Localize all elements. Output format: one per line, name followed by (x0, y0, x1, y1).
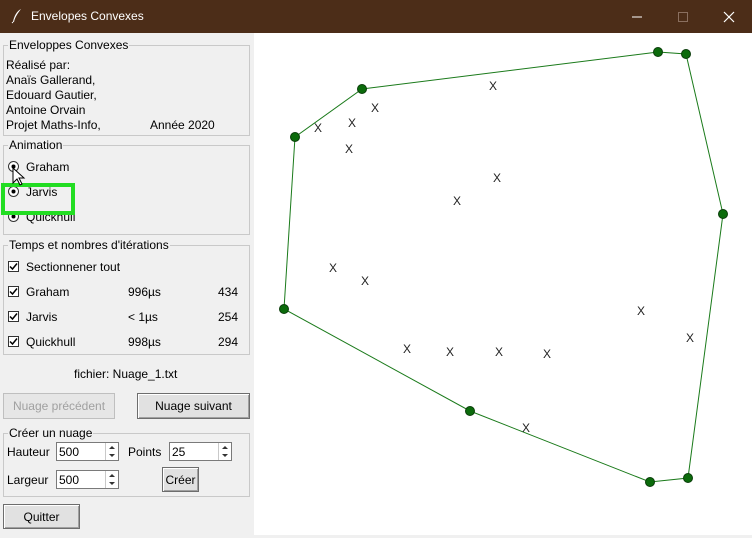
select-all-label[interactable]: Sectionnener tout (26, 260, 120, 274)
interior-point-mark: X (361, 274, 369, 288)
hull-point (653, 47, 663, 57)
next-cloud-button[interactable]: Nuage suivant (137, 393, 250, 419)
animation-legend: Animation (9, 138, 63, 152)
interior-point-mark: X (348, 116, 356, 130)
mouse-cursor-icon (12, 167, 26, 186)
hull-point (718, 209, 728, 219)
interior-point-mark: X (345, 142, 353, 156)
height-input[interactable] (58, 444, 99, 459)
width-spinbox[interactable] (56, 470, 119, 489)
create-button[interactable]: Créer (162, 467, 199, 492)
width-label: Largeur (7, 473, 49, 487)
hull-point (681, 49, 691, 59)
hull-point (357, 84, 367, 94)
interior-point-mark: X (446, 345, 454, 359)
maximize-button[interactable] (660, 0, 706, 33)
hull-point (683, 473, 693, 483)
hull-point (645, 477, 655, 487)
file-label: fichier: Nuage_1.txt (74, 367, 178, 381)
points-spin-arrows-icon[interactable] (218, 443, 231, 460)
control-panel: Enveloppes Convexes Réalisé par: Anaïs G… (0, 33, 254, 535)
jarvis-iterations: 254 (218, 310, 239, 324)
previous-cloud-button[interactable]: Nuage précédent (3, 393, 115, 419)
project-label: Projet Maths-Info, (6, 118, 101, 132)
close-icon (723, 11, 735, 22)
points-label: Points (128, 445, 162, 459)
interior-point-mark: X (495, 345, 503, 359)
points-spinbox[interactable] (169, 442, 232, 461)
create-legend: Créer un nuage (9, 426, 93, 440)
select-all-checkbox[interactable] (8, 261, 19, 272)
graham-highlight-box (1, 183, 75, 215)
jarvis-timing-label[interactable]: Jarvis (26, 310, 57, 324)
jarvis-checkbox[interactable] (8, 311, 19, 322)
info-legend: Enveloppes Convexes (9, 38, 129, 52)
interior-point-mark: X (371, 101, 379, 115)
minimize-icon (632, 16, 642, 17)
height-spinbox[interactable] (56, 442, 119, 461)
feather-icon (11, 9, 21, 24)
height-spin-arrows-icon[interactable] (105, 443, 118, 460)
quickhull-iterations: 294 (218, 335, 239, 349)
author-3: Antoine Orvain (6, 103, 86, 117)
author-1: Anaïs Gallerand, (6, 73, 96, 87)
graham-time: 996µs (128, 285, 161, 299)
quickhull-checkbox[interactable] (8, 336, 19, 347)
made-by-label: Réalisé par: (6, 58, 71, 72)
quit-button[interactable]: Quitter (3, 504, 80, 529)
quickhull-timing-label[interactable]: Quickhull (26, 335, 75, 349)
jarvis-time: < 1µs (128, 310, 158, 324)
maximize-icon (678, 11, 688, 22)
title-bar: Envelopes Convexes (0, 0, 752, 33)
interior-point-mark: X (489, 79, 497, 93)
timing-legend: Temps et nombres d'itérations (9, 238, 169, 252)
height-label: Hauteur (7, 445, 50, 459)
graham-checkbox[interactable] (8, 286, 19, 297)
graham-iterations: 434 (218, 285, 239, 299)
close-button[interactable] (706, 0, 752, 33)
interior-point-mark: X (543, 347, 551, 361)
drawing-canvas[interactable]: XXXXXXXXXXXXXXXX (254, 33, 752, 535)
minimize-button[interactable] (614, 0, 660, 33)
hull-point (279, 304, 289, 314)
interior-point-mark: X (686, 331, 694, 345)
width-spin-arrows-icon[interactable] (105, 471, 118, 488)
interior-point-mark: X (314, 121, 322, 135)
interior-point-mark: X (637, 304, 645, 318)
window-title: Envelopes Convexes (31, 9, 144, 23)
radio-graham-label[interactable]: Graham (26, 160, 69, 174)
quickhull-time: 998µs (128, 335, 161, 349)
points-input[interactable] (171, 444, 212, 459)
interior-point-mark: X (493, 171, 501, 185)
hull-point (465, 406, 475, 416)
year-label: Année 2020 (150, 118, 215, 132)
interior-point-mark: X (403, 342, 411, 356)
hull-point (290, 132, 300, 142)
author-2: Edouard Gautier, (6, 88, 97, 102)
interior-point-mark: X (453, 194, 461, 208)
graham-timing-label[interactable]: Graham (26, 285, 69, 299)
interior-point-mark: X (522, 421, 530, 435)
width-input[interactable] (58, 472, 99, 487)
hull-drawing: XXXXXXXXXXXX X X XX (279, 47, 728, 487)
interior-point-mark: X (329, 261, 337, 275)
